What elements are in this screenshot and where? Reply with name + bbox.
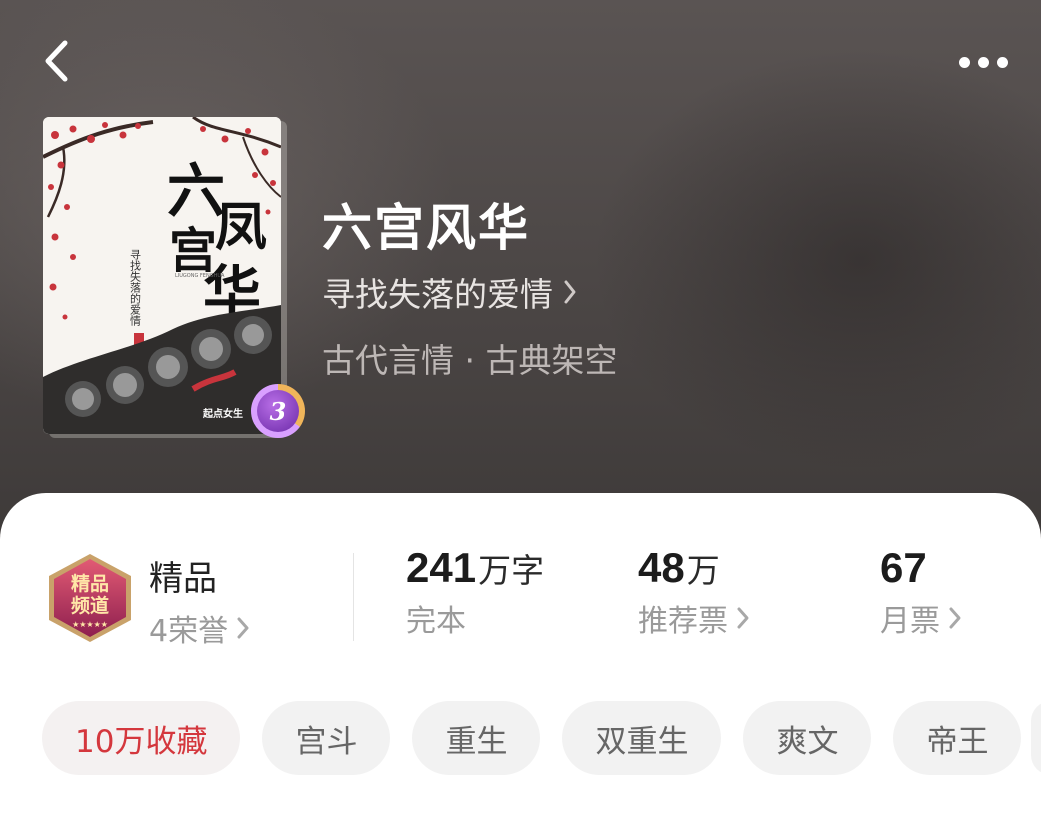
tag-palace-intrigue[interactable]: 宫斗 xyxy=(262,701,391,775)
book-title: 六宫风华 xyxy=(322,198,530,257)
recommend-unit: 万 xyxy=(686,551,720,590)
chevron-right-icon xyxy=(564,280,576,304)
badge-line: 精品 xyxy=(71,572,109,595)
honor-count: 4荣誉 xyxy=(149,614,229,649)
tag-satisfying[interactable]: 爽文 xyxy=(743,701,872,775)
chevron-right-icon xyxy=(949,607,961,629)
word-count-unit: 万字 xyxy=(478,551,545,590)
word-count-stat: 241万字 完本 xyxy=(406,544,544,640)
more-dot xyxy=(996,56,1008,68)
book-cover[interactable]: 六 凤 宫 华 寻找失落的爱情 LIUGONG FENGHUA 起点女生 xyxy=(43,117,281,434)
recommend-value: 48 xyxy=(638,544,685,591)
cover-title-char: 凤 xyxy=(215,197,267,258)
cover-publisher: 起点女生 xyxy=(202,407,243,420)
tag-rebirth[interactable]: 重生 xyxy=(412,701,541,775)
recommend-label: 推荐票 xyxy=(638,604,728,639)
quality-label: 精品 xyxy=(149,559,217,599)
honor-link[interactable]: 4荣誉 xyxy=(149,606,250,650)
cover-author: 寻找失落的爱情 xyxy=(129,249,142,327)
monthly-value: 67 xyxy=(880,544,927,591)
author-link[interactable]: 寻找失落的爱情 xyxy=(322,268,577,316)
monthly-ticket-stat[interactable]: 67 月票 xyxy=(880,544,962,640)
more-button[interactable] xyxy=(948,40,1018,84)
tag-collections[interactable]: 10万收藏 xyxy=(42,701,241,775)
chevron-left-icon xyxy=(45,40,68,82)
book-cover-art: 六 凤 宫 华 寻找失落的爱情 LIUGONG FENGHUA 起点女生 xyxy=(43,117,281,434)
quality-badge-icon: 精品 频道 ★★★★★ xyxy=(49,554,131,642)
back-button[interactable] xyxy=(34,36,78,86)
tag-double-rebirth[interactable]: 双重生 xyxy=(562,701,722,775)
monthly-label: 月票 xyxy=(880,604,940,639)
word-count-value: 241 xyxy=(406,544,477,591)
badge-stars: ★★★★★ xyxy=(72,620,108,629)
author-name: 寻找失落的爱情 xyxy=(322,275,553,314)
completion-status: 完本 xyxy=(406,604,466,639)
quality-channel-badge[interactable]: 精品 频道 ★★★★★ xyxy=(45,552,135,644)
cover-badge-number: 3 xyxy=(257,390,299,432)
tag-overflow-edge[interactable] xyxy=(1031,701,1041,775)
tag-emperor[interactable]: 帝王 xyxy=(893,701,1022,775)
recommend-ticket-stat[interactable]: 48万 推荐票 xyxy=(638,544,750,640)
book-genre: 古代言情 · 古典架空 xyxy=(322,341,618,380)
cover-subtitle: LIUGONG FENGHUA xyxy=(175,273,225,279)
chevron-right-icon xyxy=(737,607,749,629)
more-dot xyxy=(977,56,989,68)
cover-badge: 3 xyxy=(251,384,305,438)
tag-list: 10万收藏 宫斗 重生 双重生 爽文 帝王 xyxy=(42,701,1022,775)
chevron-right-icon xyxy=(237,617,249,639)
badge-line: 频道 xyxy=(71,594,109,617)
divider xyxy=(353,553,354,641)
more-dots-icon xyxy=(958,56,970,68)
